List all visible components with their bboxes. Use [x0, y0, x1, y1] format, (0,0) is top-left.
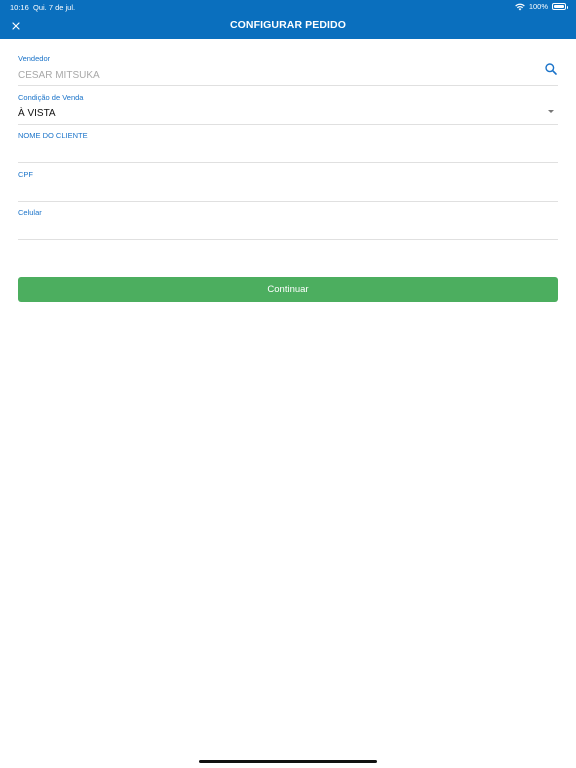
- home-indicator[interactable]: [199, 760, 377, 763]
- wifi-icon: [515, 3, 525, 10]
- vendedor-placeholder[interactable]: CESAR MITSUKA: [18, 70, 100, 81]
- condicao-venda-value[interactable]: À VISTA: [18, 108, 56, 119]
- condicao-venda-label: Condição de Venda: [18, 93, 84, 102]
- status-bar: 10:16 Qui. 7 de jul. 100%: [0, 0, 576, 14]
- cpf-field[interactable]: CPF: [18, 170, 558, 202]
- battery-icon: [552, 3, 568, 10]
- nome-cliente-input[interactable]: [18, 145, 538, 159]
- cpf-label: CPF: [18, 170, 33, 179]
- status-date: Qui. 7 de jul.: [33, 3, 76, 12]
- app-header: 10:16 Qui. 7 de jul. 100% CONFIGURAR PED…: [0, 0, 576, 39]
- nome-cliente-field[interactable]: NOME DO CLIENTE: [18, 131, 558, 163]
- chevron-down-icon[interactable]: [548, 110, 554, 113]
- condicao-venda-select[interactable]: Condição de Venda À VISTA: [18, 93, 558, 125]
- status-right: 100%: [515, 2, 568, 11]
- celular-field[interactable]: Celular: [18, 208, 558, 240]
- battery-percent: 100%: [528, 2, 548, 11]
- nome-cliente-label: NOME DO CLIENTE: [18, 131, 88, 140]
- page-title: CONFIGURAR PEDIDO: [229, 19, 347, 31]
- vendedor-field[interactable]: Vendedor CESAR MITSUKA: [18, 54, 558, 86]
- continue-button[interactable]: Continuar: [18, 277, 558, 302]
- cpf-input[interactable]: [18, 184, 538, 198]
- search-icon[interactable]: [544, 62, 558, 76]
- celular-label: Celular: [18, 208, 42, 217]
- status-time: 10:16: [10, 3, 29, 12]
- celular-input[interactable]: [18, 222, 538, 236]
- vendedor-label: Vendedor: [18, 54, 51, 63]
